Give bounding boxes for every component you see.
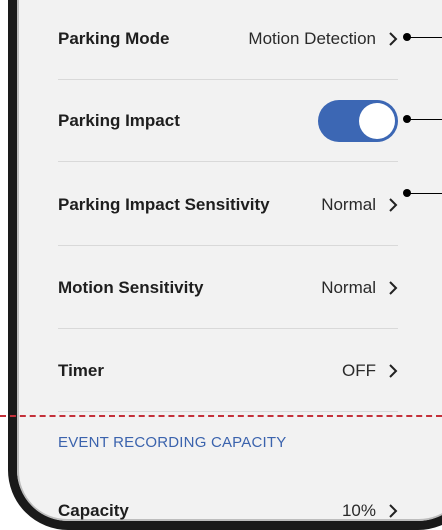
section-divider-dashed	[0, 415, 442, 417]
setting-row-timer[interactable]: Timer OFF	[58, 330, 398, 412]
chevron-right-icon	[389, 504, 398, 518]
setting-label: Parking Impact	[58, 110, 180, 130]
setting-value: OFF	[342, 360, 376, 380]
callout-line	[407, 119, 442, 120]
toggle-knob	[359, 102, 395, 139]
setting-value-wrap: Normal	[321, 278, 398, 298]
setting-value: 10%	[341, 501, 376, 520]
setting-value-wrap: Motion Detection	[248, 29, 398, 49]
chevron-right-icon	[389, 363, 398, 378]
setting-value-wrap: OFF	[342, 361, 398, 381]
setting-value: Normal	[321, 277, 376, 297]
setting-label: Timer	[58, 360, 104, 380]
setting-row-parking-impact: Parking Impact	[58, 80, 398, 162]
setting-label: Parking Mode	[58, 28, 170, 48]
callout-line	[407, 37, 442, 38]
chevron-right-icon	[389, 197, 398, 212]
setting-label: Motion Sensitivity	[58, 277, 204, 297]
setting-value: Motion Detection	[248, 28, 376, 48]
setting-row-parking-impact-sensitivity[interactable]: Parking Impact Sensitivity Normal	[58, 164, 398, 246]
section-header-event-recording: EVENT RECORDING CAPACITY	[58, 434, 287, 451]
setting-value-wrap: 10%	[342, 501, 398, 521]
chevron-right-icon	[389, 280, 398, 295]
setting-value-wrap: Normal	[321, 195, 398, 215]
setting-row-capacity[interactable]: Capacity 10%	[58, 470, 398, 530]
setting-value: Normal	[321, 194, 376, 214]
parking-impact-toggle[interactable]	[318, 99, 398, 142]
callout-line	[407, 193, 442, 194]
setting-row-parking-mode[interactable]: Parking Mode Motion Detection	[58, 0, 398, 80]
chevron-right-icon	[389, 31, 398, 46]
setting-label: Capacity	[58, 501, 129, 520]
app-screen: Parking Mode Motion Detection Parking Im…	[0, 0, 442, 530]
setting-label: Parking Impact Sensitivity	[58, 194, 270, 214]
setting-row-motion-sensitivity[interactable]: Motion Sensitivity Normal	[58, 247, 398, 329]
